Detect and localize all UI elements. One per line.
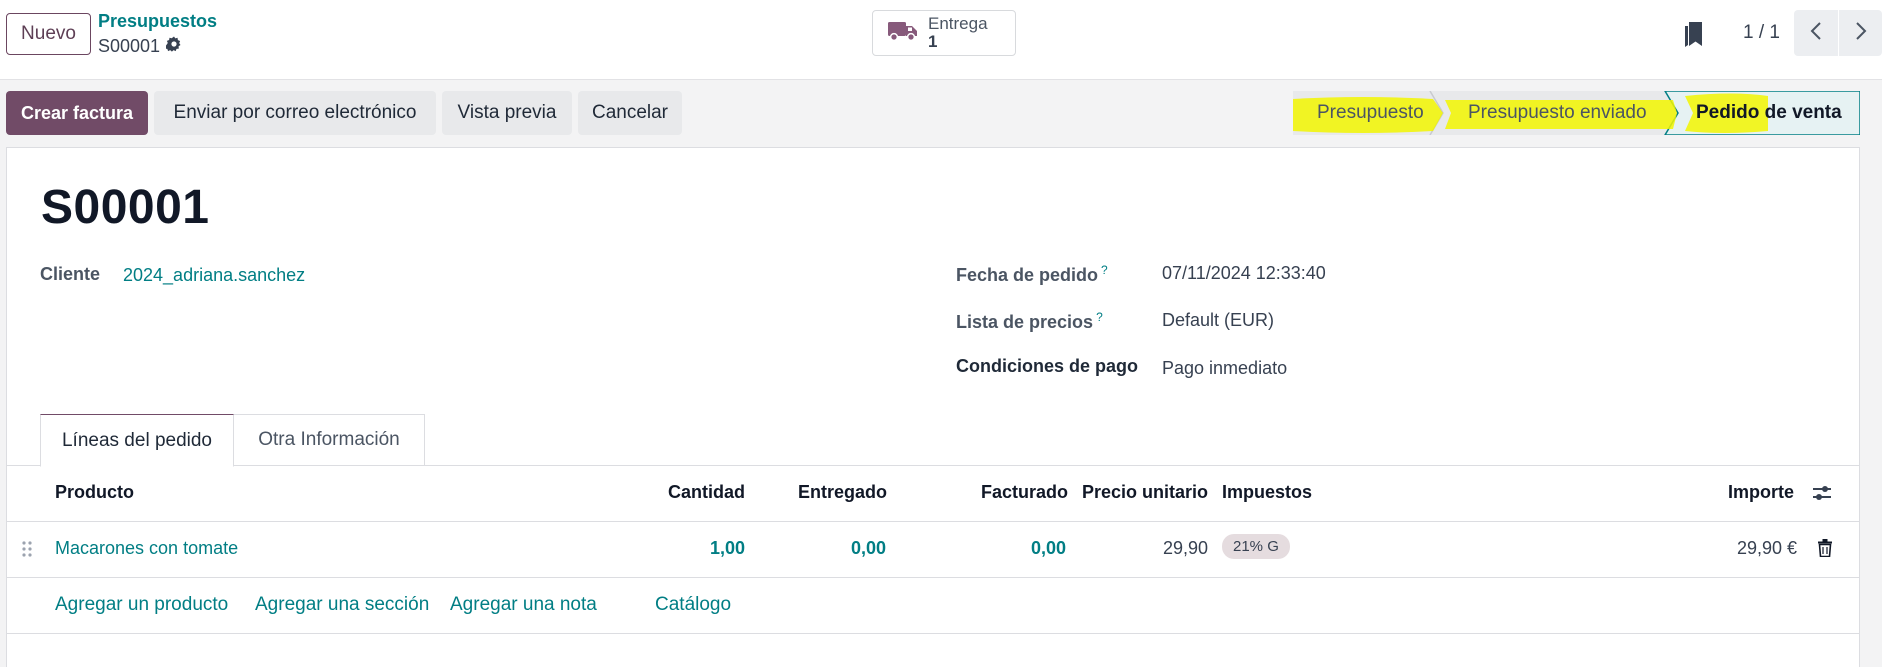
drag-handle-icon[interactable]	[22, 540, 32, 563]
bookmark-icon[interactable]	[1683, 22, 1705, 53]
delivery-smart-button[interactable]: Entrega 1	[872, 10, 1016, 56]
truck-icon	[888, 20, 918, 47]
line-delivered[interactable]: 0,00	[851, 538, 886, 559]
add-product-link[interactable]: Agregar un producto	[55, 594, 228, 616]
col-delivered[interactable]: Entregado	[798, 482, 887, 503]
pricelist-label-text: Lista de precios	[956, 312, 1094, 332]
new-button[interactable]: Nuevo	[6, 13, 91, 55]
breadcrumb-current-label: S00001	[98, 36, 161, 56]
add-lines-row: Agregar un producto Agregar una sección …	[7, 578, 1859, 634]
line-invoiced[interactable]: 0,00	[1031, 538, 1066, 559]
payment-terms-label: Condiciones de pago	[956, 356, 1139, 376]
control-panel: Nuevo Presupuestos S00001 Entrega 1 1 / …	[0, 0, 1882, 80]
order-date-value[interactable]: 07/11/2024 12:33:40	[1162, 263, 1326, 284]
create-invoice-button[interactable]: Crear factura	[6, 91, 148, 135]
table-row[interactable]: Macarones con tomate 1,00 0,00 0,00 29,9…	[7, 522, 1859, 578]
tab-order-lines[interactable]: Líneas del pedido	[40, 414, 234, 467]
col-product[interactable]: Producto	[55, 482, 134, 503]
preview-button[interactable]: Vista previa	[442, 91, 572, 135]
pager-previous-button[interactable]	[1794, 10, 1838, 56]
form-sheet: S00001 Cliente 2024_adriana.sanchez Fech…	[6, 147, 1860, 667]
order-date-label: Fecha de pedido?	[956, 263, 1108, 286]
col-quantity[interactable]: Cantidad	[668, 482, 745, 503]
line-product[interactable]: Macarones con tomate	[55, 538, 238, 559]
cancel-button[interactable]: Cancelar	[578, 91, 682, 135]
customer-value[interactable]: 2024_adriana.sanchez	[123, 265, 305, 286]
col-unit-price[interactable]: Precio unitario	[1082, 482, 1208, 503]
tax-badge[interactable]: 21% G	[1222, 534, 1290, 559]
order-date-label-text: Fecha de pedido	[956, 265, 1099, 285]
stage-draft[interactable]: Presupuesto	[1317, 102, 1424, 124]
pricelist-label: Lista de precios?	[956, 310, 1103, 333]
chevron-left-icon	[1810, 21, 1822, 46]
add-section-link[interactable]: Agregar una sección	[255, 594, 429, 616]
line-quantity[interactable]: 1,00	[710, 538, 745, 559]
smart-button-label: Entrega	[928, 14, 988, 33]
add-note-link[interactable]: Agregar una nota	[450, 594, 597, 616]
notebook-tabs: Líneas del pedido Otra Información	[7, 414, 1859, 467]
stage-sent[interactable]: Presupuesto enviado	[1468, 102, 1647, 124]
order-lines-header: Producto Cantidad Entregado Facturado Pr…	[7, 466, 1859, 522]
stage-sale-order[interactable]: Pedido de venta	[1696, 102, 1842, 124]
pager-value[interactable]: 1 / 1	[1743, 22, 1780, 44]
col-taxes[interactable]: Impuestos	[1222, 482, 1312, 503]
col-invoiced[interactable]: Facturado	[981, 482, 1068, 503]
pager-next-button[interactable]	[1839, 10, 1882, 56]
help-icon[interactable]: ?	[1101, 263, 1108, 277]
chevron-right-icon	[1855, 21, 1867, 46]
tab-other-info[interactable]: Otra Información	[234, 414, 425, 466]
status-bar: Presupuesto Presupuesto enviado Pedido d…	[1293, 91, 1860, 135]
pricelist-value[interactable]: Default (EUR)	[1162, 310, 1274, 331]
send-email-button[interactable]: Enviar por correo electrónico	[154, 91, 436, 135]
col-amount[interactable]: Importe	[1728, 482, 1794, 503]
record-title: S00001	[41, 181, 210, 234]
trash-icon[interactable]	[1818, 539, 1832, 562]
catalog-link[interactable]: Catálogo	[655, 594, 731, 616]
optional-columns-icon[interactable]	[1812, 484, 1832, 507]
help-icon[interactable]: ?	[1096, 310, 1103, 324]
breadcrumb-parent[interactable]: Presupuestos	[98, 11, 217, 32]
breadcrumb-current: S00001	[98, 36, 182, 57]
smart-button-value: 1	[928, 32, 938, 51]
smart-button-text: Entrega 1	[928, 15, 988, 51]
line-unit-price[interactable]: 29,90	[1163, 538, 1208, 559]
payment-terms-value[interactable]: Pago inmediato	[1162, 358, 1287, 379]
customer-label: Cliente	[40, 264, 101, 284]
line-amount: 29,90 €	[1737, 538, 1798, 558]
gear-icon[interactable]	[165, 36, 182, 57]
